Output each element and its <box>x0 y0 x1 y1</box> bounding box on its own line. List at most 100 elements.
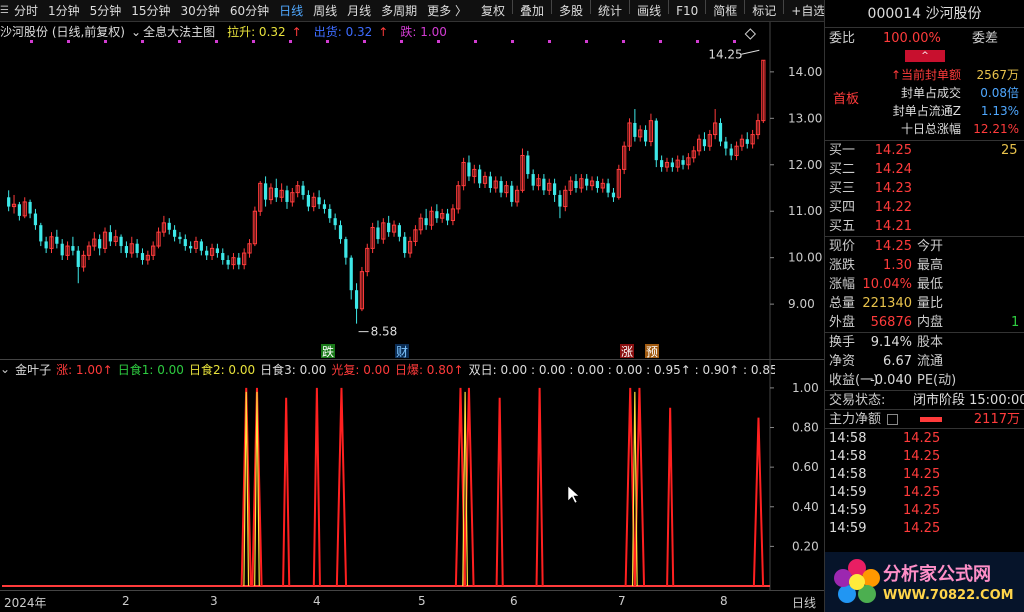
candle <box>681 155 685 170</box>
chuhuo-value: 出货: 0.32 ↑ <box>313 24 389 39</box>
signal-dot <box>252 40 255 43</box>
price-tick-label: 14.00 <box>788 65 822 79</box>
candle <box>664 157 670 172</box>
bid-price: 14.23 <box>874 181 912 196</box>
toolbar-action-2[interactable]: 多股 <box>554 0 588 21</box>
tab-3[interactable]: 15分钟 <box>126 0 175 21</box>
quote2-label2: 流通 <box>917 354 944 369</box>
tab-1[interactable]: 1分钟 <box>43 0 85 21</box>
toolbar-action-7[interactable]: 标记 <box>747 0 781 21</box>
seal-stat-value: 2567万 <box>976 68 1019 82</box>
candle <box>49 232 54 254</box>
candle <box>71 236 75 256</box>
bid-row[interactable]: 买五 14.21 <box>825 217 1024 236</box>
tab-10[interactable]: 更多 〉 <box>422 0 472 21</box>
signal-dot <box>289 40 292 43</box>
toolbar-action-5[interactable]: F10 <box>671 0 703 21</box>
indicator-name: 金叶子 <box>15 362 52 377</box>
candle <box>279 183 284 202</box>
tab-5[interactable]: 60分钟 <box>225 0 274 21</box>
candle <box>456 181 461 214</box>
tick-price: 14.25 <box>903 521 941 536</box>
bid-row[interactable]: 买二 14.24 <box>825 160 1024 179</box>
tab-2[interactable]: 5分钟 <box>85 0 127 21</box>
candle <box>17 201 21 221</box>
indicator-header: ⌄ 金叶子 涨: 1.00↑ 日食1: 0.00 日食2: 0.00 日食3: … <box>0 361 775 377</box>
price-tick-label: 9.00 <box>788 297 815 311</box>
candle <box>311 192 316 212</box>
candle-body <box>670 162 674 168</box>
candle-body <box>119 236 123 247</box>
candle <box>22 197 27 219</box>
signal-marker: 涨 <box>620 344 634 359</box>
time-label: 8 <box>720 594 728 608</box>
candle <box>263 176 268 207</box>
toolbar-action-1[interactable]: 叠加 <box>515 0 549 21</box>
candle-body <box>387 222 391 233</box>
bid-row[interactable]: 买一 14.25 25 <box>825 141 1024 160</box>
time-label: 3 <box>210 594 218 608</box>
tick-time: 14:59 <box>829 521 867 536</box>
guangfu-value: 光复: 0.00 <box>331 362 390 377</box>
weibi-label: 委比 <box>829 31 856 46</box>
toolbar-action-8[interactable]: +自选 <box>786 0 824 21</box>
candle <box>98 234 102 256</box>
tab-7[interactable]: 周线 <box>308 0 342 21</box>
tab-4[interactable]: 30分钟 <box>176 0 225 21</box>
signal-dot <box>400 40 403 43</box>
watermark-url: WWW.70822.COM <box>883 588 1014 603</box>
candle <box>349 255 353 300</box>
tab-8[interactable]: 月线 <box>342 0 376 21</box>
toolbar-action-4[interactable]: 画线 <box>632 0 666 21</box>
candle <box>478 164 482 188</box>
indicator-tick-label: 0.40 <box>792 500 819 514</box>
bid-row[interactable]: 买三 14.23 <box>825 179 1024 198</box>
candle <box>520 148 525 193</box>
bid-price: 14.21 <box>874 219 912 234</box>
candle-body <box>237 257 241 265</box>
candle <box>696 134 702 156</box>
signal-dot <box>67 40 70 43</box>
indicator-selector-icon[interactable]: ⌄ <box>0 362 10 376</box>
lasheng-value: 拉升: 0.32 ↑ <box>227 24 302 39</box>
indicator-chart[interactable]: 1.00 0.80 0.60 0.40 0.20 <box>0 360 824 590</box>
candle <box>328 204 332 223</box>
candle <box>172 225 177 242</box>
toolbar-action-3[interactable]: 统计 <box>593 0 627 21</box>
candle <box>450 204 456 226</box>
quote2-row: 净资 6.67 流通 <box>825 352 1024 371</box>
candle <box>242 248 247 270</box>
period-label[interactable]: 日线 <box>792 594 816 611</box>
quote-label2: 最低 <box>917 277 944 292</box>
quote2-label2: PE(动) <box>917 373 957 388</box>
candle <box>60 239 64 260</box>
bid-price: 14.24 <box>874 162 912 177</box>
tab-0[interactable]: 分时 <box>9 0 43 21</box>
candle-body <box>221 253 225 260</box>
tab-9[interactable]: 多周期 <box>376 0 422 21</box>
hamburger-icon[interactable]: ☰ <box>0 0 9 21</box>
candle <box>129 236 134 258</box>
candle-body <box>606 183 610 193</box>
candlestick-chart[interactable]: 14.00 13.00 12.00 11.00 10.00 9.00 14.25 8.58 跌 财… <box>0 22 824 360</box>
toolbar-action-6[interactable]: 简框 <box>708 0 742 21</box>
candle <box>189 241 193 254</box>
tab-6[interactable]: 日线 <box>274 0 308 21</box>
list-icon[interactable] <box>887 414 898 425</box>
price-tick-label: 10.00 <box>788 251 822 265</box>
toolbar-action-0[interactable]: 复权 <box>476 0 510 21</box>
candle <box>178 232 182 244</box>
collapse-chevron-icon[interactable]: ^ <box>905 50 945 62</box>
net-flow-row: 主力净额 2117万 <box>825 409 1024 428</box>
indicator-tick-label: 1.00 <box>792 381 819 395</box>
candle-body <box>33 213 38 226</box>
candle <box>552 178 557 202</box>
bid-row[interactable]: 买四 14.22 <box>825 198 1024 217</box>
signal-dot <box>104 40 107 43</box>
indicator-selector[interactable]: ⌄ 全息大法主图 <box>131 23 221 40</box>
candle <box>333 213 337 230</box>
seal-stat-row: 十日总涨幅 12.21% <box>897 120 1021 138</box>
candle <box>611 188 616 202</box>
seal-stat-value: 0.08倍 <box>980 86 1019 100</box>
signal-marker-text: 跌 <box>322 344 334 359</box>
